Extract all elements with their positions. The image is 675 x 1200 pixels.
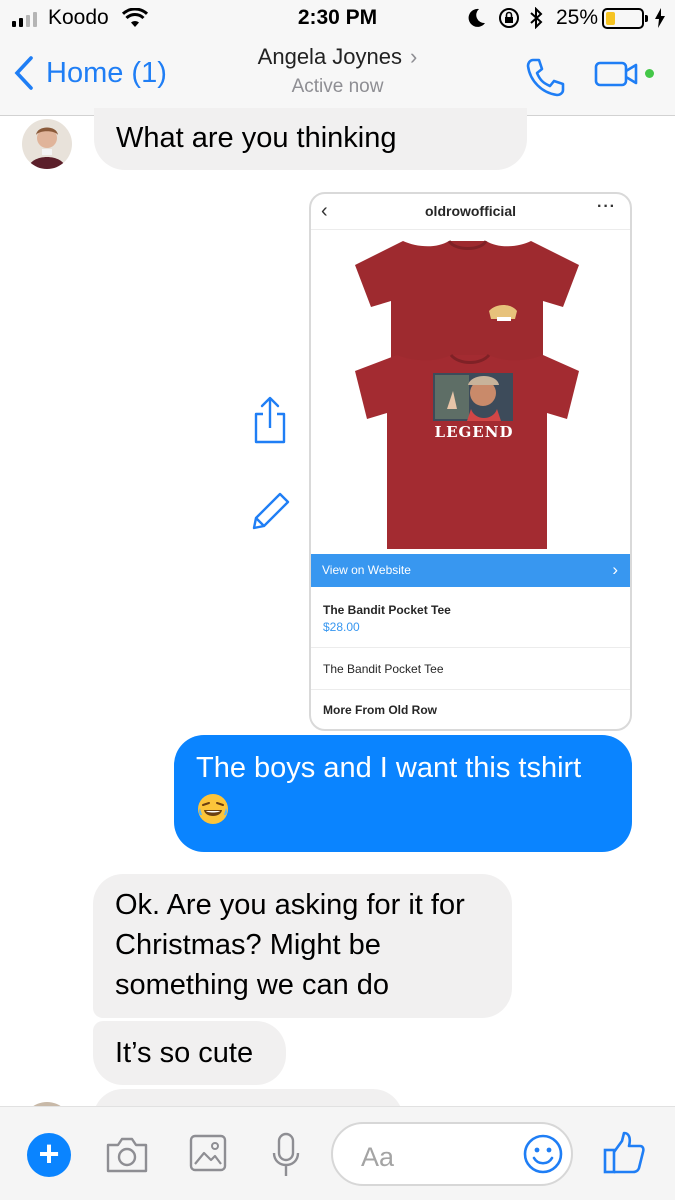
- product-name-row[interactable]: The Bandit Pocket Tee: [311, 648, 630, 690]
- message-text: The boys and I want this tshirt: [196, 752, 582, 784]
- photo-gallery-icon[interactable]: [188, 1133, 228, 1178]
- microphone-icon[interactable]: [270, 1131, 302, 1184]
- product-photo: LEGEND: [311, 231, 630, 553]
- message-text: It’s so cute: [115, 1037, 254, 1069]
- message-input-placeholder: Aa: [361, 1142, 395, 1172]
- emoji-icon[interactable]: [522, 1133, 564, 1180]
- camera-icon[interactable]: [104, 1133, 150, 1180]
- more-from-label: More From Old Row: [323, 703, 437, 717]
- message-text: Ok. Are you asking for it for Christmas?…: [115, 889, 465, 1001]
- avatar[interactable]: [22, 119, 72, 169]
- video-call-icon[interactable]: [594, 60, 640, 93]
- status-bar: Koodo 2:30 PM 25%: [0, 0, 675, 38]
- post-header: ‹ oldrowofficial ···: [311, 194, 630, 230]
- product-title: The Bandit Pocket Tee: [323, 603, 451, 617]
- message-bubble-incoming[interactable]: Ok. Are you asking for it for Christmas?…: [93, 874, 512, 1018]
- product-name: The Bandit Pocket Tee: [323, 662, 444, 676]
- more-from-link[interactable]: More From Old Row: [311, 690, 630, 729]
- edit-icon[interactable]: [250, 490, 292, 537]
- view-on-website-label: View on Website: [322, 563, 411, 577]
- plus-icon[interactable]: +: [27, 1133, 71, 1177]
- thumbs-up-icon[interactable]: [602, 1131, 646, 1180]
- share-icon[interactable]: [252, 396, 288, 449]
- message-bubble-incoming[interactable]: It’s so cute: [93, 1021, 286, 1085]
- shirt-graphic-text: LEGEND: [434, 423, 514, 441]
- chevron-right-icon: ›: [612, 560, 618, 579]
- message-text: What are you thinking: [116, 122, 397, 154]
- charging-icon: [654, 8, 666, 33]
- battery-percent: 25%: [556, 6, 599, 29]
- conversation-header: Home (1) Angela Joynes › Active now: [0, 38, 675, 116]
- laughing-emoji-icon: [196, 792, 230, 837]
- presence-status: Active now: [291, 76, 384, 97]
- message-composer: + Aa: [0, 1106, 675, 1200]
- product-listing[interactable]: The Bandit Pocket Tee $28.00: [311, 587, 630, 648]
- product-price: $28.00: [323, 620, 360, 634]
- rotation-lock-icon: [498, 7, 520, 34]
- message-bubble-incoming[interactable]: What are you thinking: [94, 108, 527, 170]
- view-on-website-button[interactable]: View on Website ›: [311, 554, 630, 587]
- shared-image-attachment[interactable]: ‹ oldrowofficial ··· LEGEND View on Webs…: [309, 192, 632, 731]
- phone-icon[interactable]: [524, 56, 566, 103]
- online-indicator: [645, 69, 654, 78]
- battery-icon: [602, 8, 648, 29]
- message-bubble-outgoing[interactable]: The boys and I want this tshirt: [174, 735, 632, 852]
- moon-icon: [468, 8, 486, 33]
- post-account: oldrowofficial: [425, 203, 516, 219]
- chevron-right-icon: ›: [410, 44, 418, 69]
- contact-name: Angela Joynes: [257, 44, 402, 69]
- bluetooth-icon: [529, 6, 543, 34]
- contact-title[interactable]: Angela Joynes › Active now: [0, 44, 675, 98]
- more-icon: ···: [597, 198, 616, 215]
